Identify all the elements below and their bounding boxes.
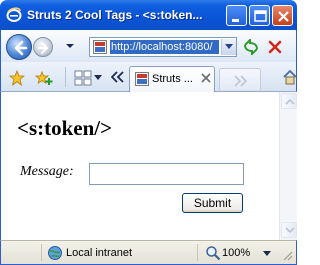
zoom-icon[interactable] xyxy=(205,245,221,261)
navigation-bar xyxy=(0,30,297,62)
minimize-button[interactable] xyxy=(226,5,247,26)
status-bar: Local intranet 100% xyxy=(0,240,297,265)
close-window-button[interactable] xyxy=(272,5,293,26)
tab-bar: Struts ... xyxy=(0,62,297,92)
security-zone-label: Local intranet xyxy=(66,247,133,259)
tab-list-icon[interactable] xyxy=(111,71,125,83)
refresh-icon[interactable] xyxy=(242,39,260,55)
status-divider xyxy=(197,244,198,261)
address-dropdown-button[interactable] xyxy=(221,39,236,55)
back-arrow-icon xyxy=(14,40,28,56)
forward-arrow-icon xyxy=(37,41,49,55)
page-title: <s:token/> xyxy=(17,116,113,140)
maximize-icon xyxy=(254,10,267,22)
maximize-button[interactable] xyxy=(249,5,270,26)
zoom-dropdown-icon[interactable] xyxy=(263,251,271,257)
address-input[interactable] xyxy=(110,40,219,54)
close-icon xyxy=(278,11,289,22)
scroll-down-button[interactable] xyxy=(281,222,297,238)
address-bar[interactable] xyxy=(89,37,237,57)
back-button[interactable] xyxy=(6,34,32,60)
favorites-star-icon[interactable] xyxy=(9,70,25,86)
new-tab-icon xyxy=(234,75,248,87)
window-titlebar[interactable]: Struts 2 Cool Tags - <s:token... xyxy=(0,0,297,30)
message-input[interactable] xyxy=(89,163,244,185)
ie-logo-icon xyxy=(6,7,22,22)
stop-icon[interactable] xyxy=(267,39,283,55)
chevron-up-icon xyxy=(285,98,295,105)
page-content: <s:token/> Message: Submit xyxy=(1,92,279,240)
add-favorites-icon[interactable] xyxy=(35,70,53,86)
zoom-level[interactable]: 100% xyxy=(222,246,252,260)
local-intranet-icon xyxy=(48,246,62,260)
recent-pages-dropdown-icon[interactable] xyxy=(66,42,74,50)
home-icon[interactable] xyxy=(282,69,298,85)
minimize-icon xyxy=(232,19,239,22)
scroll-up-button[interactable] xyxy=(281,93,297,109)
close-tab-icon[interactable] xyxy=(201,73,211,83)
chevron-down-icon xyxy=(225,44,233,49)
page-favicon-icon xyxy=(135,72,149,86)
window-title: Struts 2 Cool Tags - <s:token... xyxy=(27,8,203,22)
tab-struts[interactable]: Struts ... xyxy=(129,66,215,92)
resize-grip-icon[interactable] xyxy=(281,249,293,261)
submit-button[interactable]: Submit xyxy=(182,193,243,213)
status-divider xyxy=(41,244,42,261)
quick-tabs-icon[interactable] xyxy=(74,70,92,86)
forward-button[interactable] xyxy=(33,37,53,57)
page-favicon-icon xyxy=(93,40,107,54)
new-tab-button[interactable] xyxy=(219,68,261,90)
toolbar-separator xyxy=(65,67,66,87)
chevron-down-icon xyxy=(285,227,295,234)
tab-label: Struts ... xyxy=(152,73,193,85)
vertical-scrollbar[interactable] xyxy=(279,92,297,240)
page-viewport: <s:token/> Message: Submit xyxy=(0,92,297,240)
quick-tabs-menu-icon[interactable] xyxy=(94,75,102,81)
message-label: Message: xyxy=(20,164,74,179)
